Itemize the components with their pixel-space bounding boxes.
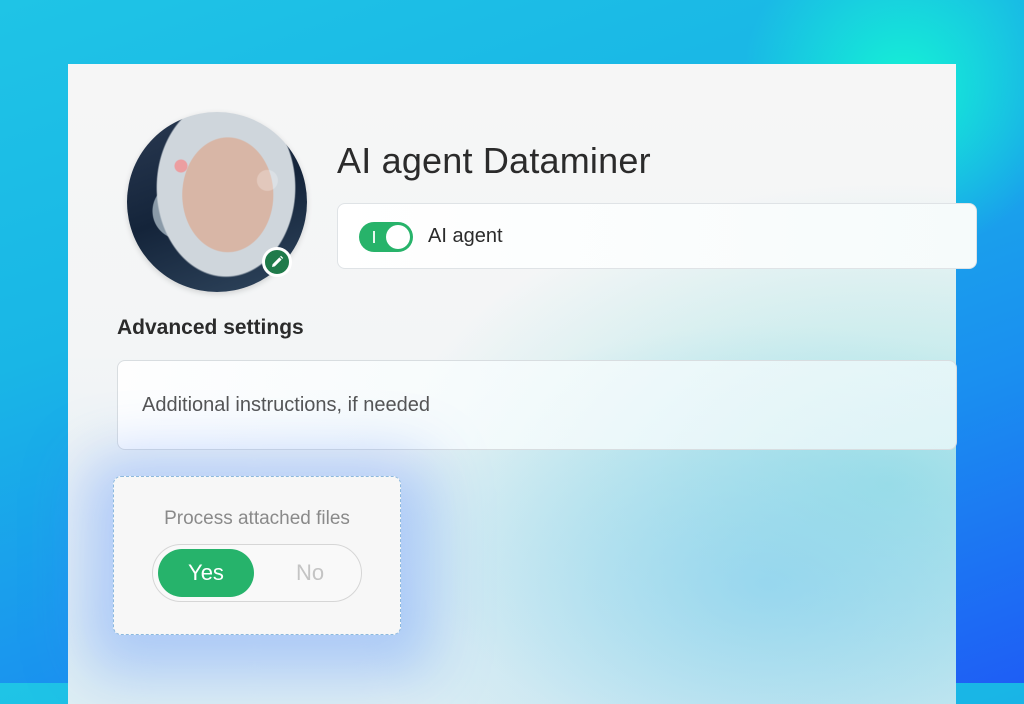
additional-instructions-input[interactable] [117,360,957,450]
process-files-label: Process attached files [164,508,350,529]
toggle-knob [386,225,410,249]
edit-avatar-button[interactable] [262,247,292,277]
option-yes-button[interactable]: Yes [158,549,254,597]
settings-panel: AI agent Dataminer AI agent Advanced set… [68,64,977,704]
advanced-settings-heading: Advanced settings [117,316,304,339]
toggle-on-indicator [373,231,375,243]
agent-title: AI agent Dataminer [337,140,651,181]
process-files-dropzone: Process attached files Yes No [113,476,401,635]
agent-toggle-card: AI agent [337,203,977,269]
option-no-button[interactable]: No [263,549,357,597]
ai-agent-label: AI agent [428,225,503,247]
process-files-segmented-control: Yes No [152,544,362,602]
pencil-icon [272,255,284,267]
ai-agent-toggle[interactable] [359,222,413,252]
